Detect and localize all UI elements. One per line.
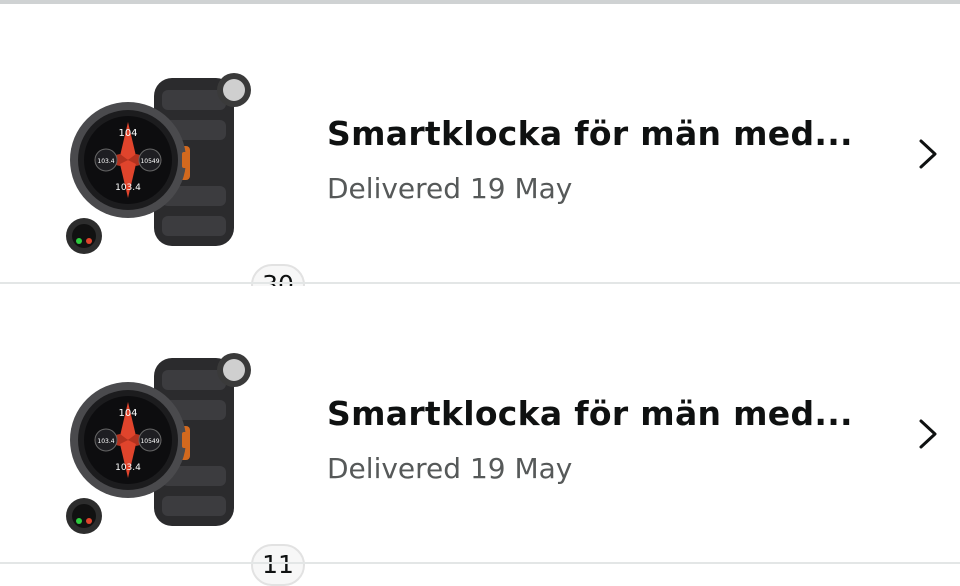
product-thumbnail[interactable]: 104 103.4 10549 103.4 11 (58, 340, 305, 586)
watch-right-value: 10549 (140, 158, 159, 165)
order-row[interactable]: 104 103.4 10549 103.4 11 Smartklocka för… (0, 286, 960, 586)
chevron-right-icon[interactable] (912, 414, 942, 454)
product-title[interactable]: Smartklocka för män med... (327, 114, 853, 153)
watch-bottom-value: 103.4 (115, 463, 141, 473)
order-row[interactable]: 104 103.4 10549 103.4 30 Smartklocka för… (0, 6, 960, 306)
smartwatch-product-image: 104 103.4 10549 103.4 (66, 353, 251, 534)
watch-right-value: 10549 (140, 438, 159, 445)
delivery-status: Delivered 19 May (327, 452, 573, 485)
watch-left-value: 103.4 (97, 158, 114, 165)
chevron-right-icon[interactable] (912, 134, 942, 174)
watch-top-value: 104 (118, 408, 137, 419)
watch-top-value: 104 (118, 128, 137, 139)
smartwatch-product-image: 104 103.4 10549 103.4 (66, 73, 251, 254)
row-divider (0, 282, 960, 284)
quantity-badge: 11 (251, 544, 305, 586)
delivery-status: Delivered 19 May (327, 172, 573, 205)
row-divider (0, 562, 960, 564)
product-title[interactable]: Smartklocka för män med... (327, 394, 853, 433)
top-border (0, 0, 960, 4)
watch-bottom-value: 103.4 (115, 183, 141, 193)
product-thumbnail[interactable]: 104 103.4 10549 103.4 30 (58, 60, 305, 306)
watch-left-value: 103.4 (97, 438, 114, 445)
